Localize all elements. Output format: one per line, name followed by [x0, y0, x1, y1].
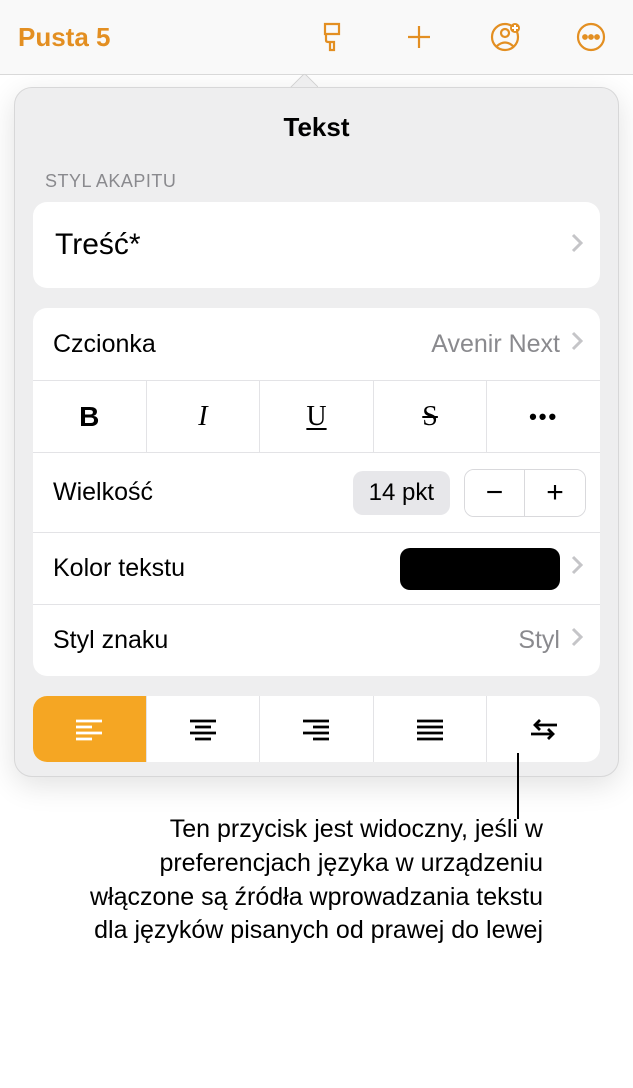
panel-title: Tekst	[33, 112, 600, 143]
paragraph-style-card: Treść*	[33, 202, 600, 288]
callout-text: Ten przycisk jest widoczny, jeśli w pref…	[63, 813, 543, 948]
size-label: Wielkość	[53, 478, 153, 507]
callout-leader-line	[517, 753, 519, 819]
bold-button[interactable]: B	[33, 381, 147, 452]
character-style-row[interactable]: Styl znaku Styl	[33, 604, 600, 676]
text-color-swatch[interactable]	[400, 548, 560, 590]
italic-button[interactable]: I	[147, 381, 261, 452]
chevron-right-icon	[570, 554, 584, 583]
size-increase-button[interactable]: +	[525, 470, 585, 516]
more-menu-icon[interactable]	[573, 19, 609, 55]
character-style-label: Styl znaku	[53, 626, 168, 655]
text-color-row[interactable]: Kolor tekstu	[33, 532, 600, 604]
callout: Ten przycisk jest widoczny, jeśli w pref…	[0, 813, 633, 948]
font-value: Avenir Next	[431, 330, 560, 359]
align-right-button[interactable]	[260, 696, 374, 762]
collaborate-icon[interactable]	[487, 19, 523, 55]
character-style-value: Styl	[518, 626, 560, 655]
align-center-button[interactable]	[147, 696, 261, 762]
app-toolbar: Pusta 5	[0, 0, 633, 75]
popover-arrow	[290, 73, 318, 87]
text-color-label: Kolor tekstu	[53, 554, 185, 583]
chevron-right-icon	[570, 626, 584, 655]
size-stepper: − +	[464, 469, 586, 517]
add-icon[interactable]	[401, 19, 437, 55]
font-label: Czcionka	[53, 330, 156, 359]
section-label-paragraph-style: STYL AKAPITU	[45, 171, 600, 192]
document-title[interactable]: Pusta 5	[18, 22, 111, 53]
font-row[interactable]: Czcionka Avenir Next	[33, 308, 600, 380]
text-style-buttons-row: B I U S •••	[33, 380, 600, 452]
toolbar-icons	[315, 19, 609, 55]
chevron-right-icon	[570, 330, 584, 359]
format-panel: Tekst STYL AKAPITU Treść* Czcionka Aveni…	[14, 87, 619, 777]
align-left-button[interactable]	[33, 696, 147, 762]
size-value[interactable]: 14 pkt	[353, 471, 450, 515]
size-row: Wielkość 14 pkt − +	[33, 452, 600, 532]
strikethrough-button[interactable]: S	[374, 381, 488, 452]
paragraph-style-value: Treść*	[55, 228, 141, 262]
text-direction-button[interactable]	[487, 696, 600, 762]
align-justify-button[interactable]	[374, 696, 488, 762]
underline-button[interactable]: U	[260, 381, 374, 452]
alignment-bar	[33, 696, 600, 762]
size-decrease-button[interactable]: −	[465, 470, 525, 516]
more-text-options-button[interactable]: •••	[487, 381, 600, 452]
text-properties-card: Czcionka Avenir Next B I U S ••• Wielkoś…	[33, 308, 600, 676]
chevron-right-icon	[570, 228, 584, 262]
paragraph-style-row[interactable]: Treść*	[33, 202, 600, 288]
format-brush-icon[interactable]	[315, 19, 351, 55]
